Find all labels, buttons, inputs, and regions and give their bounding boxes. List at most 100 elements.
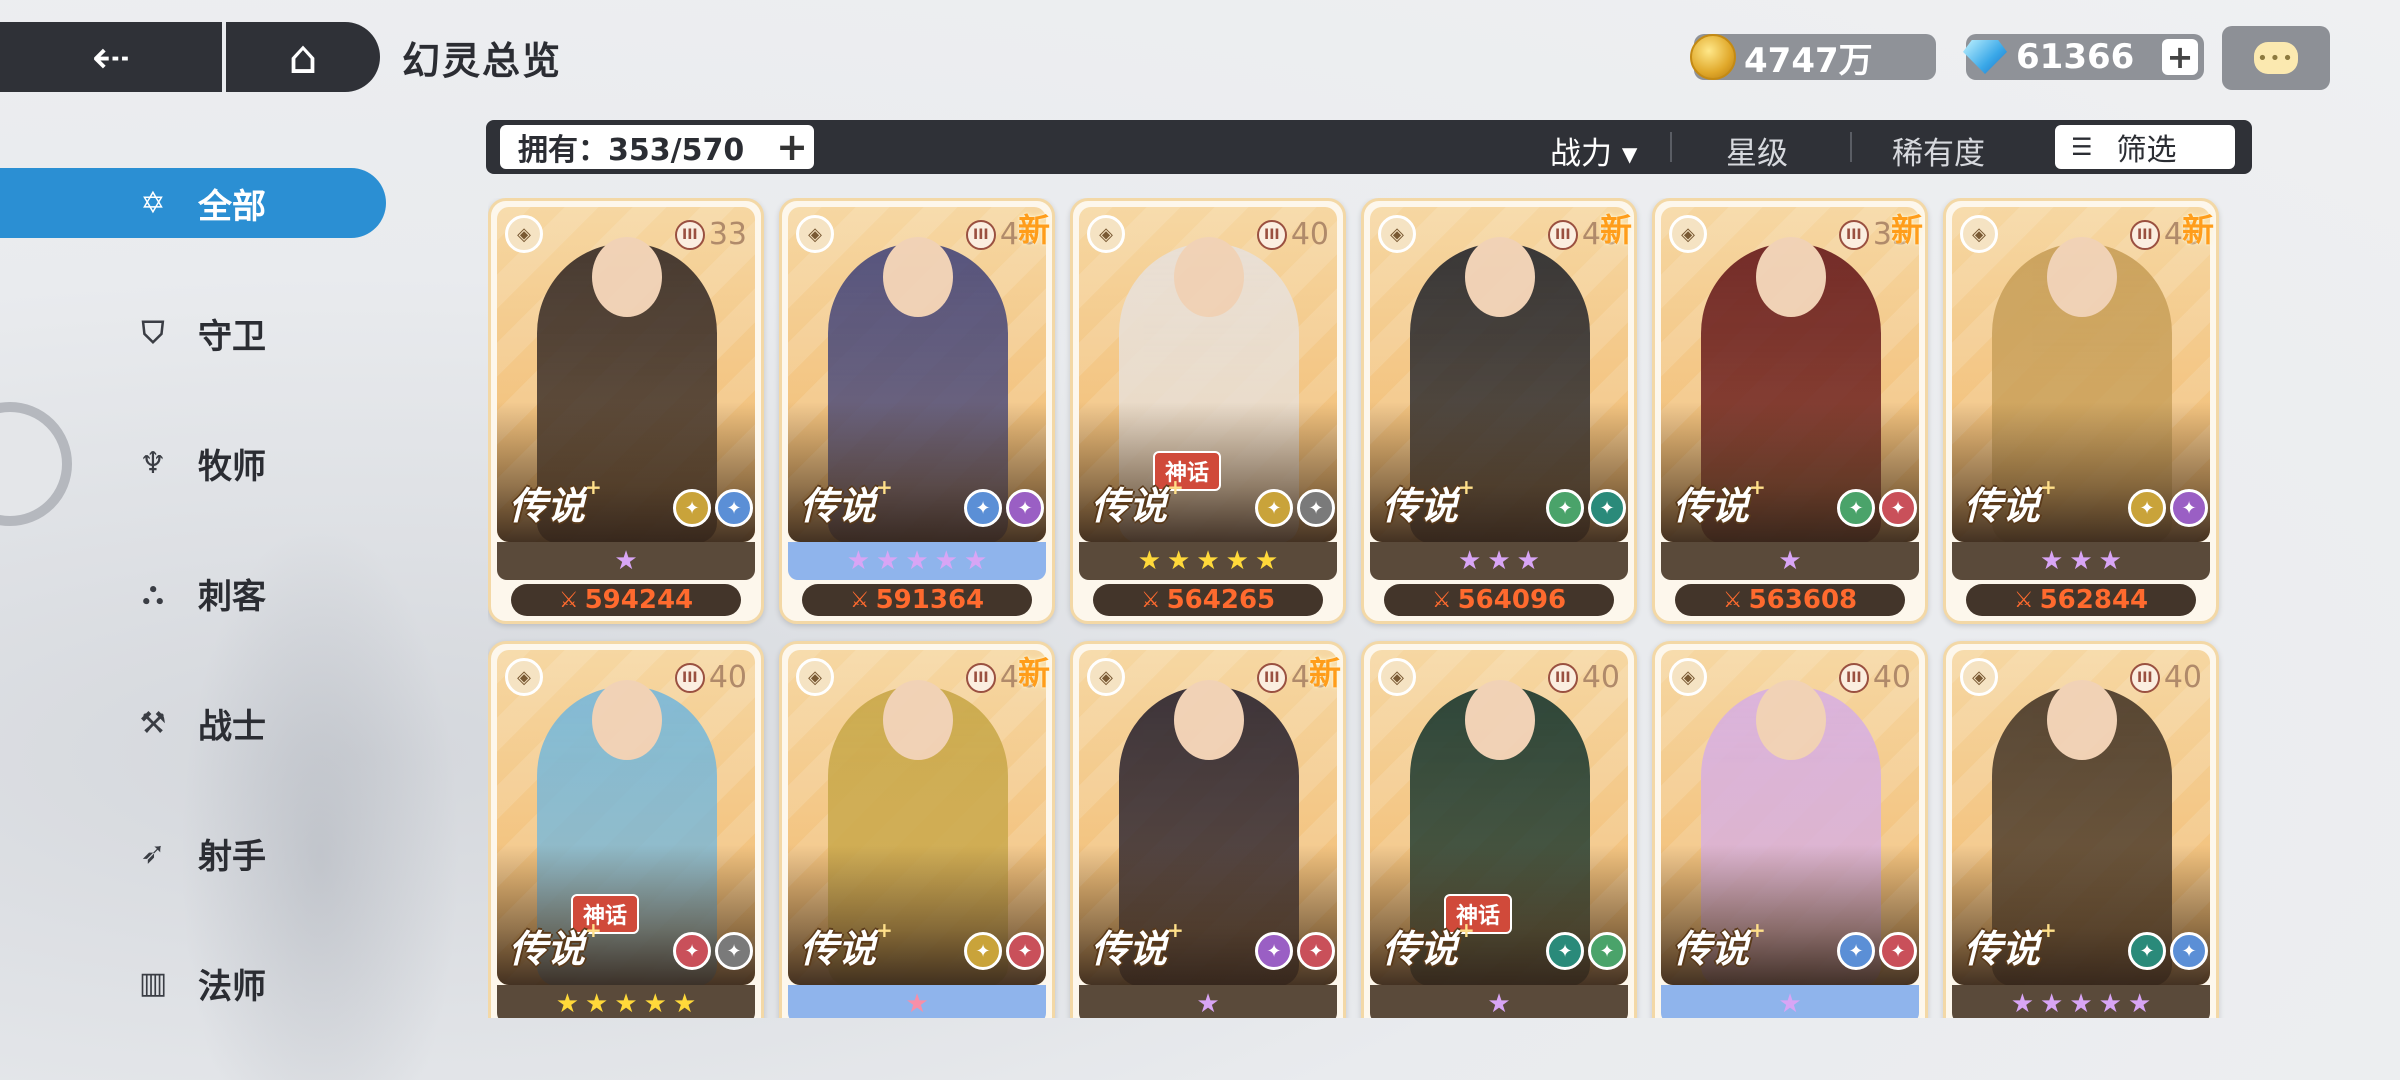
gold-counter[interactable]: 4747万 xyxy=(1690,34,1936,81)
level-bars-icon: III xyxy=(1256,662,1287,693)
class-icon: ◈ xyxy=(1669,215,1707,253)
expand-slots-icon[interactable]: + xyxy=(776,125,808,169)
level-indicator: III 40 xyxy=(1838,660,1911,695)
star-icon: ★ xyxy=(614,989,638,1018)
new-badge: 新 xyxy=(1599,211,1632,249)
sidebar-item-warrior[interactable]: ⚒ 战士 xyxy=(0,688,386,758)
filter-label: 筛选 xyxy=(2116,133,2177,168)
element-icon: ✦ xyxy=(1546,932,1584,970)
element-icon: ✦ xyxy=(1879,932,1917,970)
owned-count[interactable]: 拥有：353/570 + xyxy=(500,125,814,169)
element-icon: ✦ xyxy=(2170,932,2208,970)
sidebar-item-label: 全部 xyxy=(198,186,266,227)
star-icon: ★ xyxy=(1778,546,1802,576)
hero-card[interactable]: 传说+ ✦ ✦ ◈ III 33 新 ★ ⚔ 563608 xyxy=(1652,198,1928,624)
sort-power[interactable]: 战力 ▾ xyxy=(1550,128,1637,173)
guard-shield-icon: ⛉ xyxy=(141,315,165,351)
hero-card[interactable]: 神话 传说+ ✦ ✦ ◈ III 40 ★ ★ ★ ★ ★ xyxy=(488,641,764,1018)
star-icon: ★ xyxy=(934,546,958,576)
star-rating: ★ ★ ★ ★ ★ xyxy=(1079,542,1337,580)
star-icon: ★ xyxy=(1137,546,1162,576)
level-indicator: III 40 xyxy=(1256,217,1329,252)
rarity-label: 传说+ xyxy=(1964,475,2057,528)
sort-rarity[interactable]: 稀有度 xyxy=(1892,128,1985,173)
sidebar-item-mage[interactable]: ▥ 法师 xyxy=(0,948,386,1018)
sidebar-item-label: 牧师 xyxy=(198,446,266,487)
star-icon: ★ xyxy=(2069,546,2093,576)
sidebar-item-guard[interactable]: ⛉ 守卫 xyxy=(0,298,386,368)
star-icon: ★ xyxy=(2010,989,2035,1018)
star-rating: ★ ★ ★ ★ ★ xyxy=(497,985,755,1018)
hero-card[interactable]: 传说+ ✦ ✦ ◈ III 46 新 ★ xyxy=(779,641,1055,1018)
class-icon: ◈ xyxy=(796,215,834,253)
rarity-label: 传说+ xyxy=(1964,918,2057,971)
element-icon: ✦ xyxy=(673,932,711,970)
hero-card[interactable]: 传说+ ✦ ✦ ◈ III 40 新 ★ ★ ★ ⚔ 562844 xyxy=(1943,198,2219,624)
back-button[interactable]: ⇠ xyxy=(0,22,226,92)
hero-card[interactable]: 神话 传说+ ✦ ✦ ◈ III 40 ★ ★ ★ ★ ★ ⚔ 564265 xyxy=(1070,198,1346,624)
level-bars-icon: III xyxy=(2129,662,2160,693)
sidebar-item-all[interactable]: ✡ 全部 xyxy=(0,168,386,238)
hero-portrait: 传说+ ✦ ✦ xyxy=(788,650,1046,985)
hero-card[interactable]: 传说+ ✦ ✦ ◈ III 46 新 ★ xyxy=(1070,641,1346,1018)
rarity-label: 传说+ xyxy=(509,918,602,971)
hero-card[interactable]: 传说+ ✦ ✦ ◈ III 46 新 ★ ★ ★ ⚔ 564096 xyxy=(1361,198,1637,624)
archer-bow-icon: ➶ xyxy=(140,835,166,871)
nav-buttons: ⇠ ⌂ xyxy=(0,22,380,92)
divider xyxy=(1670,132,1672,162)
home-button[interactable]: ⌂ xyxy=(226,22,380,92)
star-icon: ★ xyxy=(1516,546,1540,576)
hero-card[interactable]: 神话 传说+ ✦ ✦ ◈ III 40 ★ xyxy=(1361,641,1637,1018)
gem-icon xyxy=(1960,32,2010,82)
star-icon: ★ xyxy=(1196,989,1220,1018)
hero-card[interactable]: 传说+ ✦ ✦ ◈ III 33 ★ ⚔ 594244 xyxy=(488,198,764,624)
rarity-label: 传说+ xyxy=(800,475,893,528)
class-icon: ◈ xyxy=(1087,658,1125,696)
assassin-hood-icon: ⛬ xyxy=(142,575,164,611)
hero-card[interactable]: 传说+ ✦ ✦ ◈ III 40 ★ xyxy=(1652,641,1928,1018)
star-rating: ★ ★ ★ ★ ★ xyxy=(788,542,1046,580)
level-bars-icon: III xyxy=(674,662,705,693)
new-badge: 新 xyxy=(1017,211,1050,249)
level-bars-icon: III xyxy=(1838,662,1869,693)
class-icon: ◈ xyxy=(1960,215,1998,253)
add-gems-button[interactable]: + xyxy=(2162,39,2198,75)
new-badge: 新 xyxy=(1017,654,1050,692)
owned-count-label: 拥有：353/570 xyxy=(518,133,745,168)
star-icon: ★ xyxy=(614,546,638,576)
element-icon: ✦ xyxy=(2128,932,2166,970)
star-icon: ★ xyxy=(2098,546,2122,576)
element-icon: ✦ xyxy=(1006,489,1044,527)
priest-wings-icon: ♆ xyxy=(139,445,167,481)
sort-star[interactable]: 星级 xyxy=(1726,128,1788,173)
star-icon: ★ xyxy=(876,546,900,576)
element-icon: ✦ xyxy=(1006,932,1044,970)
hero-card[interactable]: 传说+ ✦ ✦ ◈ III 46 新 ★ ★ ★ ★ ★ ⚔ 591364 xyxy=(779,198,1055,624)
hero-portrait: 传说+ ✦ ✦ xyxy=(1079,650,1337,985)
chat-button[interactable]: ••• xyxy=(2222,26,2330,90)
crossed-swords-icon: ⚔ xyxy=(1140,587,1161,613)
rarity-label: 传说+ xyxy=(1673,475,1766,528)
filter-button[interactable]: ☰ 筛选 xyxy=(2055,125,2235,169)
warrior-axe-icon: ⚒ xyxy=(139,705,167,741)
class-icon: ◈ xyxy=(505,215,543,253)
element-icon: ✦ xyxy=(715,932,753,970)
sidebar-item-archer[interactable]: ➶ 射手 xyxy=(0,818,386,888)
rarity-label: 传说+ xyxy=(1091,918,1184,971)
sidebar-item-assassin[interactable]: ⛬ 刺客 xyxy=(0,558,386,628)
star-icon: ★ xyxy=(1225,546,1249,576)
star-rating: ★ xyxy=(788,985,1046,1018)
crossed-swords-icon: ⚔ xyxy=(849,587,870,613)
element-icon: ✦ xyxy=(715,489,753,527)
gem-counter: 61366 + xyxy=(1963,34,2204,80)
element-icon: ✦ xyxy=(1546,489,1584,527)
hero-card[interactable]: 传说+ ✦ ✦ ◈ III 40 ★ ★ ★ ★ ★ xyxy=(1943,641,2219,1018)
level-indicator: III 40 xyxy=(674,660,747,695)
filter-bar: 拥有：353/570 + 战力 ▾ 星级 稀有度 ☰ 筛选 xyxy=(486,120,2252,174)
sidebar-item-priest[interactable]: ♆ 牧师 xyxy=(0,428,386,498)
element-icon: ✦ xyxy=(1588,489,1626,527)
element-icon: ✦ xyxy=(2128,489,2166,527)
hero-portrait: 传说+ ✦ ✦ xyxy=(1952,207,2210,542)
element-icon: ✦ xyxy=(964,489,1002,527)
star-icon: ★ xyxy=(2040,546,2064,576)
